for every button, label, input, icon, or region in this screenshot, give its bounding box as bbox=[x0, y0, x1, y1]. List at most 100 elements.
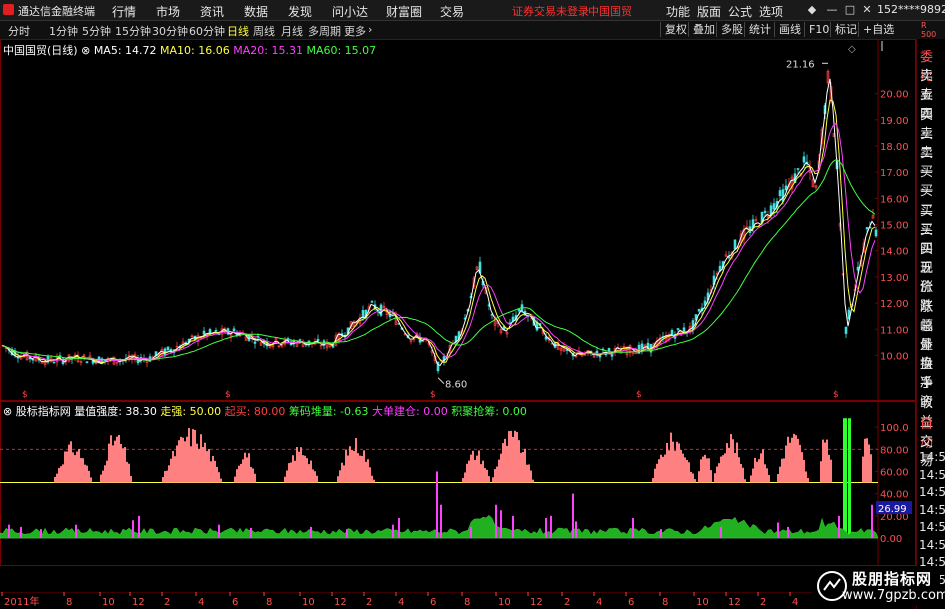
mark-button[interactable]: 标记 bbox=[830, 22, 861, 37]
statistics-button[interactable]: 统计 bbox=[744, 22, 775, 37]
menu-item-trade[interactable]: 交易 bbox=[440, 3, 464, 20]
menu-item-markets[interactable]: 市场 bbox=[156, 3, 180, 20]
strength-bar bbox=[464, 472, 466, 483]
strength-bar bbox=[688, 462, 690, 483]
strength-bar bbox=[168, 465, 170, 483]
menu-item-discover[interactable]: 发现 bbox=[288, 3, 312, 20]
period-daily[interactable]: 日线 bbox=[227, 23, 249, 39]
menu-item-market[interactable]: 行情 bbox=[112, 3, 136, 20]
candle-body bbox=[607, 348, 611, 352]
menu-item-functions[interactable]: 功能 bbox=[666, 3, 690, 20]
x-axis-tick-label: 10 bbox=[696, 597, 709, 608]
maximize-icon[interactable]: □ bbox=[842, 2, 858, 17]
kline-chart[interactable]: 20.00 19.00 18.00 17.00 16.00 15.00 14.00 13.00… bbox=[0, 39, 916, 401]
strength-bar bbox=[64, 451, 66, 483]
candle-body bbox=[511, 316, 515, 322]
minimize-icon[interactable]: — bbox=[824, 2, 840, 17]
strength-bar bbox=[290, 462, 292, 483]
strength-bar bbox=[714, 473, 716, 483]
strength-bar bbox=[284, 476, 286, 483]
strength-bar bbox=[724, 453, 726, 483]
strength-bar bbox=[676, 441, 678, 483]
period-60min[interactable]: 60分钟 bbox=[189, 23, 225, 39]
strength-bar bbox=[805, 471, 807, 483]
period-5min[interactable]: 5分钟 bbox=[82, 23, 111, 39]
skin-icon[interactable]: ◆ bbox=[804, 2, 820, 17]
big-order-bar bbox=[572, 493, 574, 538]
big-order-bar bbox=[545, 518, 547, 538]
period-15min[interactable]: 15分钟 bbox=[115, 23, 151, 39]
strength-bar bbox=[190, 446, 192, 483]
strength-bar bbox=[353, 450, 355, 483]
strength-bar bbox=[726, 443, 728, 483]
strength-bar bbox=[744, 479, 746, 483]
x-axis-tick-label: 8 bbox=[662, 597, 668, 608]
period-more[interactable]: 更多 bbox=[344, 23, 366, 39]
candle-body bbox=[733, 239, 737, 250]
strength-bar bbox=[164, 471, 166, 483]
overlay-button[interactable]: 叠加 bbox=[688, 22, 719, 37]
adjust-button[interactable]: 复权 bbox=[660, 22, 691, 37]
strength-bar bbox=[367, 459, 369, 483]
indicator-chart[interactable]: 100.080.0060.0040.0020.000.0026.99 bbox=[0, 401, 916, 566]
period-1min[interactable]: 1分钟 bbox=[49, 23, 78, 39]
strength-bar bbox=[214, 460, 216, 483]
strength-bar bbox=[678, 443, 680, 483]
strength-bar bbox=[734, 453, 736, 483]
draw-line-button[interactable]: 画线 bbox=[774, 22, 805, 37]
strength-bar bbox=[708, 458, 710, 483]
strength-bar bbox=[799, 444, 801, 483]
kline-y-tick-label: 18.00 bbox=[880, 142, 909, 153]
panel-toggle[interactable]: R 500 bbox=[921, 21, 936, 39]
strength-bar bbox=[298, 451, 300, 483]
strength-bar bbox=[337, 476, 339, 483]
strength-bar bbox=[308, 464, 310, 483]
chevron-right-icon[interactable]: › bbox=[368, 23, 372, 36]
strength-bar bbox=[785, 445, 787, 483]
candle-body bbox=[697, 309, 701, 312]
strength-bar bbox=[668, 450, 670, 483]
strength-bar bbox=[204, 442, 206, 483]
strength-bar bbox=[208, 449, 210, 483]
strength-bar bbox=[339, 470, 341, 483]
menu-item-data[interactable]: 数据 bbox=[244, 3, 268, 20]
menu-item-layout[interactable]: 版面 bbox=[697, 3, 721, 20]
period-monthly[interactable]: 月线 bbox=[281, 23, 303, 39]
strength-bar bbox=[474, 460, 476, 483]
f10-button[interactable]: F10 bbox=[804, 22, 833, 37]
strength-bar bbox=[706, 458, 708, 483]
period-tick[interactable]: 分时 bbox=[8, 23, 30, 39]
strength-bar bbox=[246, 457, 248, 483]
login-warning[interactable]: 证券交易未登录 bbox=[512, 3, 589, 19]
menu-item-options[interactable]: 选项 bbox=[759, 3, 783, 20]
period-30min[interactable]: 30分钟 bbox=[152, 23, 188, 39]
menu-item-ask[interactable]: 问小达 bbox=[332, 3, 368, 20]
period-weekly[interactable]: 周线 bbox=[253, 23, 275, 39]
current-value-label: 26.99 bbox=[878, 504, 907, 515]
big-order-bar bbox=[8, 524, 10, 538]
close-icon[interactable]: ✕ bbox=[859, 2, 875, 17]
strength-bar bbox=[484, 468, 486, 483]
add-favorite-button[interactable]: +自选 bbox=[858, 22, 898, 37]
big-order-bar bbox=[436, 471, 438, 538]
strength-bar bbox=[54, 476, 56, 483]
app-title: 通达信金融终端 bbox=[18, 5, 95, 18]
big-order-bar bbox=[75, 524, 77, 538]
strength-bar bbox=[526, 464, 528, 483]
strength-bar bbox=[702, 456, 704, 483]
menu-item-formula[interactable]: 公式 bbox=[728, 3, 752, 20]
strength-bar bbox=[807, 478, 809, 483]
menu-item-wealth[interactable]: 财富圈 bbox=[386, 3, 422, 20]
candle-body bbox=[361, 310, 365, 318]
strength-bar bbox=[754, 457, 756, 483]
indicator-y-tick-label: 80.00 bbox=[880, 445, 909, 456]
menu-item-news[interactable]: 资讯 bbox=[200, 3, 224, 20]
strength-bar bbox=[870, 454, 872, 483]
multi-stock-button[interactable]: 多股 bbox=[716, 22, 747, 37]
period-multi[interactable]: 多周期 bbox=[308, 23, 341, 39]
strength-bar bbox=[820, 461, 822, 483]
strength-bar bbox=[462, 478, 464, 483]
big-order-bar bbox=[40, 529, 42, 538]
account-id[interactable]: 152****9892 bbox=[877, 3, 945, 16]
strength-bar bbox=[684, 457, 686, 483]
